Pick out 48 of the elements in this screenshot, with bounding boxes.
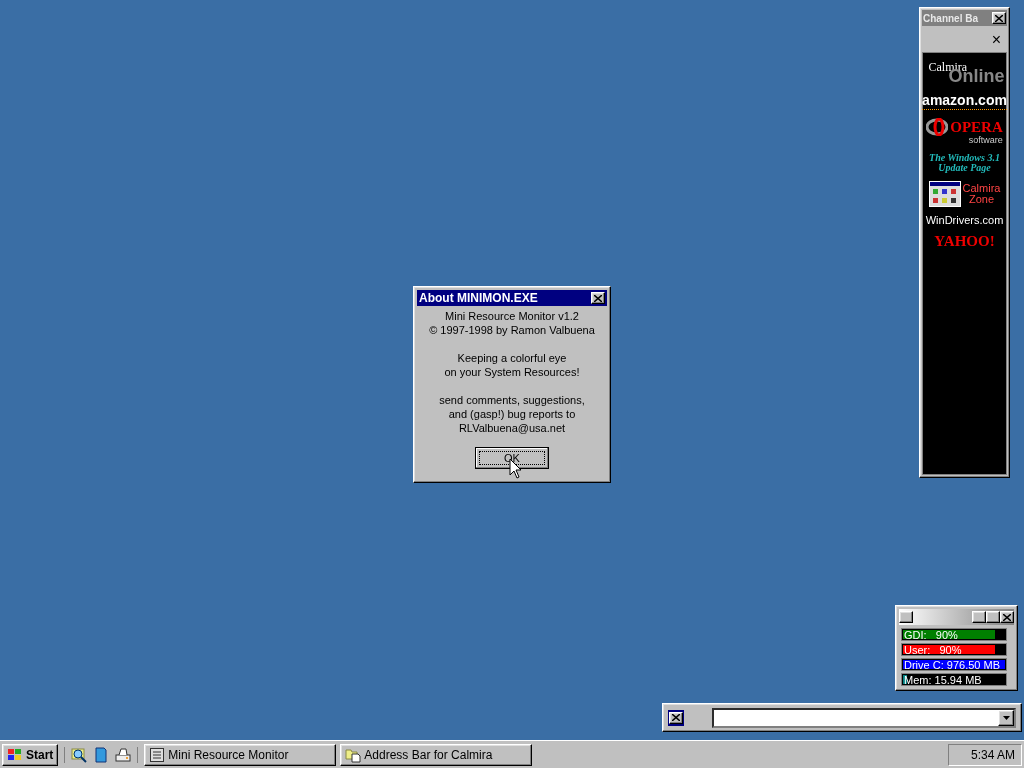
about-text: and (gasp!) bug reports to <box>448 407 576 421</box>
channel-logo-text[interactable]: Zone <box>968 194 995 205</box>
close-button[interactable] <box>591 292 605 304</box>
meter-label: Drive C: 976.50 MB <box>903 659 1000 671</box>
task-button[interactable]: Mini Resource Monitor <box>144 743 337 766</box>
printer-icon[interactable] <box>115 746 132 763</box>
meter-label: Mem: 15.94 MB <box>903 674 982 686</box>
address-field[interactable] <box>712 707 1016 728</box>
opera-logo-icon <box>926 118 949 136</box>
channel-logo-text[interactable]: amazon.com <box>922 93 1007 110</box>
magnifier-icon[interactable] <box>71 746 88 763</box>
about-text: on your System Resources! <box>444 365 580 379</box>
window-title: About MINIMON.EXE <box>419 291 538 305</box>
about-text: RLValbuena@usa.net <box>458 421 566 435</box>
meter-label: User: 90% <box>903 644 962 656</box>
close-icon <box>672 714 680 721</box>
channel-logo-text[interactable]: WinDrivers.com <box>925 215 1004 226</box>
channel-logo-text[interactable]: OPERA <box>950 119 1003 135</box>
list-icon <box>149 746 166 763</box>
channel-logo-text[interactable]: Update Page <box>938 163 991 173</box>
ok-button[interactable]: OK <box>475 447 549 469</box>
channel-logo-text[interactable]: YAHOO! <box>934 234 995 249</box>
channel-logo-text[interactable]: Calmira <box>962 183 1001 194</box>
meter-label: GDI: 90% <box>903 629 958 641</box>
window-title: Channel Ba <box>923 12 978 24</box>
close-icon <box>1003 613 1011 621</box>
clock: 5:34 AM <box>970 747 1015 762</box>
about-text: send comments, suggestions, <box>439 393 585 407</box>
close-button[interactable] <box>669 711 683 724</box>
task-button[interactable]: Address Bar for Calmira <box>340 743 533 766</box>
about-text: Mini Resource Monitor v1.2 <box>445 309 579 323</box>
close-icon <box>995 14 1003 22</box>
channel-logo-text[interactable]: The Windows 3.1 <box>929 153 1000 163</box>
dropdown-button[interactable] <box>998 709 1014 726</box>
caret-icon <box>1002 715 1010 720</box>
close-icon <box>594 294 602 302</box>
about-text: Keeping a colorful eye <box>457 351 567 365</box>
close-button[interactable] <box>1000 611 1014 623</box>
menu-button[interactable] <box>899 611 913 623</box>
folder-icon <box>345 746 362 763</box>
window-icon <box>928 181 961 207</box>
document-icon[interactable] <box>93 746 110 763</box>
about-text: © 1997-1998 by Ramon Valbuena <box>429 323 595 337</box>
windows-logo-icon <box>7 747 23 762</box>
minimize-button[interactable] <box>972 611 986 623</box>
maximize-button[interactable] <box>986 611 1000 623</box>
start-button[interactable]: Start <box>2 743 59 766</box>
channel-logo-text[interactable]: software <box>968 136 1003 145</box>
